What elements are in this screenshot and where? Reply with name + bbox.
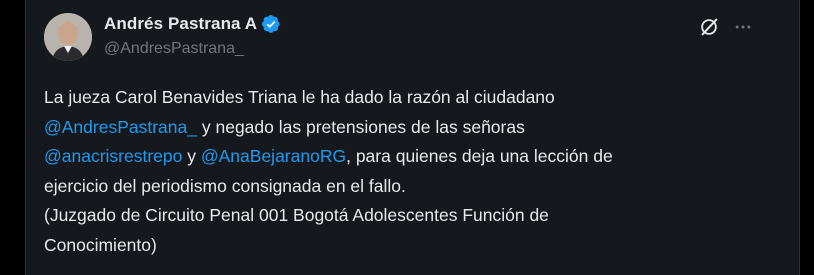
verified-badge-icon xyxy=(261,14,281,34)
mention-link[interactable]: @AndresPastrana_ xyxy=(44,117,197,137)
tweet-card[interactable]: Andrés Pastrana A @AndresPastrana_ La ju… xyxy=(25,0,800,275)
tweet-text-segment: , para quienes deja una lección de xyxy=(346,146,613,166)
tweet-line-1: La jueza Carol Benavides Triana le ha da… xyxy=(44,87,555,107)
avatar[interactable] xyxy=(44,13,92,61)
author-name-row[interactable]: Andrés Pastrana A xyxy=(104,14,281,34)
mention-link[interactable]: @anacrisrestrepo xyxy=(44,146,182,166)
more-options-button[interactable] xyxy=(730,14,756,40)
grok-icon xyxy=(701,18,718,36)
grok-button[interactable] xyxy=(696,14,722,40)
tweet-line-6: Conocimiento) xyxy=(44,234,157,255)
mention-link[interactable]: @AnaBejaranoRG xyxy=(201,146,346,166)
tweet-line-5: (Juzgado de Circuito Penal 001 Bogotá Ad… xyxy=(44,205,549,225)
tweet-line-4: ejercicio del periodismo consignada en e… xyxy=(44,175,406,196)
more-icon xyxy=(735,25,751,29)
tweet-line-2: @AndresPastrana_ y negado las pretension… xyxy=(44,113,784,143)
author-handle[interactable]: @AndresPastrana_ xyxy=(104,40,244,58)
author-display-name[interactable]: Andrés Pastrana A xyxy=(104,14,257,34)
tweet-text-segment: y negado las pretensiones de las señoras xyxy=(197,116,525,137)
tweet-line-3: @anacrisrestrepo y @AnaBejaranoRG, para … xyxy=(44,142,784,172)
tweet-body: La jueza Carol Benavides Triana le ha da… xyxy=(44,83,784,260)
tweet-text-segment: y xyxy=(182,146,201,166)
